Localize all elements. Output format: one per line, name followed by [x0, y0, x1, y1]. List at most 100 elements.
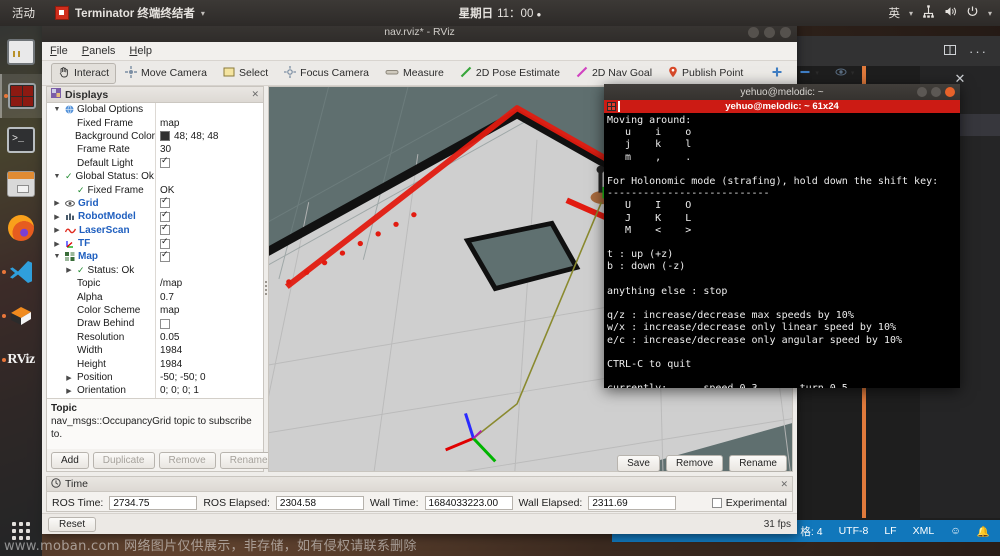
wall-time-value[interactable]: 1684033223.00 — [424, 495, 513, 510]
checkbox-checked[interactable] — [160, 236, 170, 249]
terminal-tab[interactable]: yehuo@melodic: ~ 61x24 — [604, 100, 960, 113]
dock-item-system-monitor[interactable] — [0, 30, 42, 74]
dock-item-vscode[interactable] — [0, 250, 42, 294]
menu-help[interactable]: Help — [129, 45, 152, 57]
network-icon[interactable] — [922, 5, 935, 21]
tool-measure[interactable]: Measure — [378, 63, 451, 84]
dock-item-files[interactable] — [0, 162, 42, 206]
status-language[interactable]: XML — [913, 525, 935, 537]
more-actions-icon[interactable]: ··· — [969, 44, 988, 59]
close-icon[interactable]: ✕ — [251, 89, 259, 100]
input-method-indicator[interactable]: 英 — [888, 5, 900, 21]
displays-tree[interactable]: ▼ Global Options Fixed Frame map Backgroun… — [47, 103, 263, 398]
system-topbar[interactable]: 活动 Terminator 终端终结者 ▾ 星期日 11：00 ● 英 ▾ ▾ — [0, 0, 1000, 26]
tool-interact[interactable]: Interact — [51, 62, 117, 84]
system-tray[interactable]: 英 ▾ ▾ — [888, 5, 992, 21]
tool-2d-nav-goal[interactable]: 2D Nav Goal — [569, 63, 659, 84]
display-row-value[interactable]: map — [155, 118, 179, 129]
tool-publish-point[interactable]: Publish Point — [661, 63, 750, 84]
chevron-down-icon-2[interactable]: ▾ — [851, 69, 855, 77]
volume-icon[interactable] — [944, 5, 957, 21]
rviz-menubar[interactable]: File Panels Help — [42, 42, 797, 61]
time-fields-row[interactable]: ROS Time: 2734.75 ROS Elapsed: 2304.58 W… — [47, 492, 792, 513]
chevron-down-icon[interactable]: ▼ — [52, 106, 62, 113]
rviz-toolbar[interactable]: Interact Move Camera Select Focus Camera — [42, 61, 854, 86]
display-row-value[interactable]: 1984 — [155, 359, 182, 370]
close-icon[interactable] — [945, 87, 955, 97]
rviz-window-controls[interactable] — [748, 26, 791, 38]
checkbox-checked[interactable] — [160, 249, 170, 262]
checkbox-checked[interactable] — [160, 209, 170, 222]
tray-chevron-down-icon[interactable]: ▾ — [988, 9, 992, 18]
add-button[interactable]: Add — [51, 451, 89, 469]
display-row-value[interactable] — [155, 195, 170, 209]
experimental-checkbox-group[interactable]: Experimental — [711, 497, 787, 509]
experimental-checkbox[interactable] — [711, 497, 722, 508]
ros-elapsed-value[interactable]: 2304.58 — [275, 495, 364, 510]
chevron-right-icon[interactable]: ▶ — [52, 199, 62, 207]
tool-2d-pose-estimate[interactable]: 2D Pose Estimate — [453, 63, 567, 84]
checkbox-checked[interactable] — [160, 222, 170, 236]
dock-item-rviz[interactable]: RViz — [0, 338, 42, 382]
display-row-value[interactable] — [155, 236, 170, 249]
display-row-value[interactable] — [155, 155, 170, 169]
terminal-window-controls[interactable] — [917, 87, 955, 97]
chevron-down-icon[interactable]: ▾ — [201, 9, 205, 18]
checkbox-checked[interactable] — [160, 195, 170, 209]
tool-move-camera[interactable]: Move Camera — [118, 63, 214, 84]
wall-elapsed-value[interactable]: 2311.69 — [588, 495, 677, 510]
maximize-icon[interactable] — [764, 26, 775, 38]
status-eol[interactable]: LF — [884, 525, 896, 537]
feedback-icon[interactable]: ☺ — [950, 525, 961, 537]
dock-item-terminator[interactable] — [0, 74, 42, 118]
dock-item-terminal[interactable]: >_ — [0, 118, 42, 162]
views-remove-button[interactable]: Remove — [665, 455, 724, 472]
chevron-right-icon[interactable]: ▶ — [52, 226, 62, 234]
show-applications-button[interactable] — [0, 514, 42, 548]
display-row-value[interactable]: OK — [155, 185, 174, 196]
display-row-value[interactable]: 0; 0; 0; 1 — [155, 385, 199, 396]
chevron-right-icon[interactable]: ▶ — [64, 266, 74, 274]
terminator-window[interactable]: yehuo@melodic: ~ yehuo@melodic: ~ 61x24 … — [604, 84, 960, 388]
tool-focus-camera[interactable]: Focus Camera — [277, 63, 376, 84]
tool-properties-button[interactable]: ▾ — [828, 63, 862, 84]
input-method-chevron-icon[interactable]: ▾ — [909, 9, 913, 18]
menu-file[interactable]: File — [50, 45, 68, 57]
activities-button[interactable]: 活动 — [0, 5, 47, 21]
displays-column-splitter[interactable] — [155, 103, 156, 398]
maximize-icon[interactable] — [931, 87, 941, 97]
display-row-value[interactable]: -50; -50; 0 — [155, 372, 206, 383]
terminal-output[interactable]: Moving around: u i o j k l m , . For Hol… — [604, 113, 960, 388]
power-icon[interactable] — [966, 5, 979, 21]
close-icon[interactable]: ✕ — [780, 479, 788, 490]
display-row-value[interactable]: map — [155, 305, 179, 316]
reset-button[interactable]: Reset — [48, 516, 97, 532]
remove-tool-button[interactable]: ▾ — [792, 63, 826, 84]
minimize-icon[interactable] — [748, 26, 759, 38]
display-row-value[interactable]: 1984 — [155, 345, 182, 356]
color-swatch[interactable] — [160, 131, 170, 142]
views-save-button[interactable]: Save — [617, 455, 660, 472]
display-row-value[interactable]: 0.7 — [155, 292, 174, 303]
chevron-right-icon[interactable]: ▶ — [52, 240, 62, 248]
minimize-icon[interactable] — [917, 87, 927, 97]
active-app-menu[interactable]: Terminator 终端终结者 ▾ — [47, 0, 213, 26]
displays-buttons[interactable]: Add Duplicate Remove Rename — [47, 449, 278, 471]
status-encoding[interactable]: UTF-8 — [839, 525, 869, 537]
tool-select[interactable]: Select — [216, 63, 275, 84]
bell-icon[interactable]: 🔔 — [977, 525, 990, 538]
app-dock[interactable]: >_ RViz — [0, 26, 42, 556]
ros-time-value[interactable]: 2734.75 — [109, 495, 198, 510]
chevron-down-icon[interactable]: ▾ — [815, 69, 819, 77]
split-editor-icon[interactable] — [943, 43, 957, 60]
add-tool-button[interactable] — [764, 63, 790, 84]
dock-item-blender[interactable] — [0, 294, 42, 338]
chevron-down-icon[interactable]: ▼ — [52, 173, 62, 180]
chevron-down-icon[interactable]: ▼ — [52, 253, 62, 260]
views-rename-button[interactable]: Rename — [729, 455, 787, 472]
display-row-value[interactable] — [155, 209, 170, 222]
display-row-value[interactable]: 0.05 — [155, 332, 179, 343]
display-row-value[interactable] — [155, 222, 170, 236]
status-indent[interactable]: 格: 4 — [800, 524, 822, 539]
display-row-value[interactable]: /map — [155, 278, 182, 289]
